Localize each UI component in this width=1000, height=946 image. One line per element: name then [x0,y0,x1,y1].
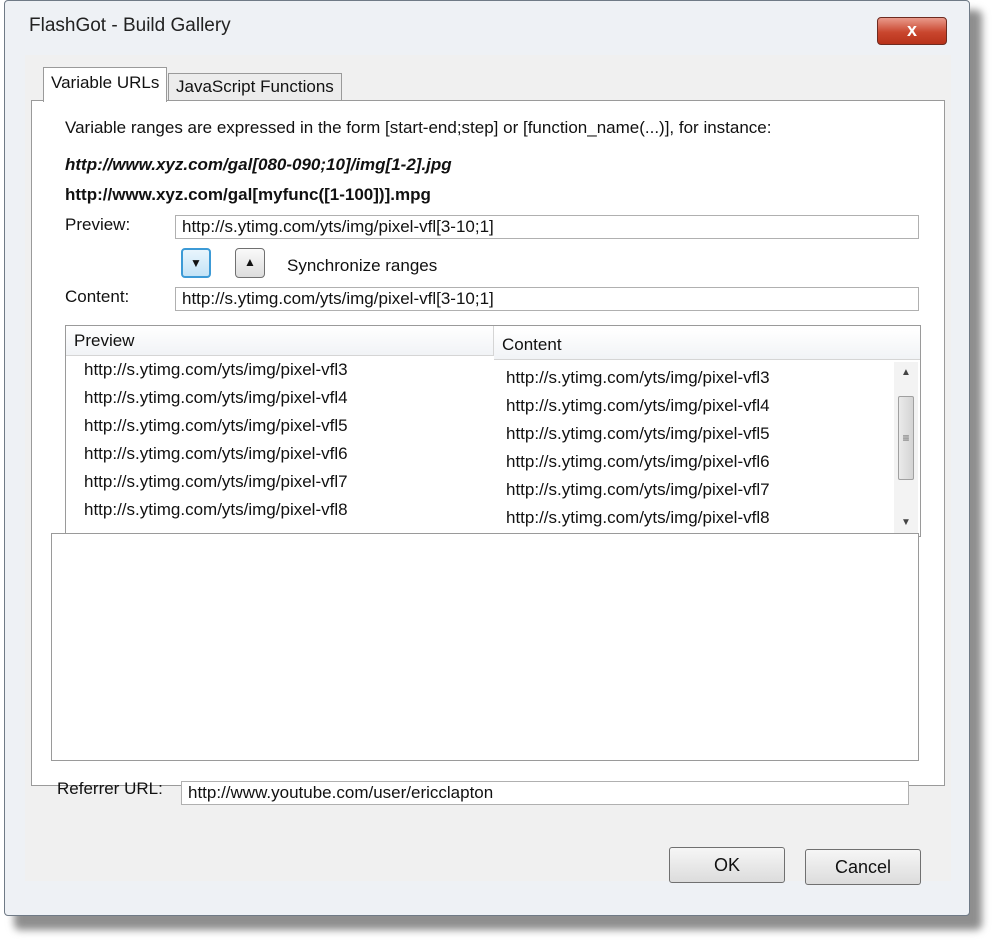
scroll-down-icon[interactable]: ▼ [894,512,918,534]
results-list: Preview Content http://s.ytimg.com/yts/i… [65,325,921,537]
column-header-content[interactable]: Content [494,330,920,360]
intro-text: Variable ranges are expressed in the for… [65,118,772,137]
window-title: FlashGot - Build Gallery [29,15,231,36]
list-item-content[interactable]: http://s.ytimg.com/yts/img/pixel-vfl3 [506,368,770,388]
referrer-input[interactable]: http://www.youtube.com/user/ericclapton [181,781,909,805]
content-label: Content: [65,287,130,306]
arrow-up-icon: ▲ [244,255,256,269]
tab-javascript-functions[interactable]: JavaScript Functions [168,73,342,101]
dialog-window: FlashGot - Build Gallery x Variable URLs… [4,0,970,916]
scroll-thumb[interactable]: ≡ [898,396,914,480]
title-bar[interactable]: FlashGot - Build Gallery x [5,1,969,51]
sync-up-button[interactable]: ▲ [235,248,265,278]
example-url-2: http://www.xyz.com/gal[myfunc([1-100])].… [65,185,431,204]
ok-button[interactable]: OK [669,847,785,883]
list-item-preview[interactable]: http://s.ytimg.com/yts/img/pixel-vfl8 [84,500,348,520]
dialog-content: Variable URLs JavaScript Functions Varia… [25,55,951,881]
preview-label: Preview: [65,215,131,234]
list-item-content[interactable]: http://s.ytimg.com/yts/img/pixel-vfl7 [506,480,770,500]
details-textarea[interactable] [51,533,919,761]
list-item-preview[interactable]: http://s.ytimg.com/yts/img/pixel-vfl6 [84,444,348,464]
tab-label: Variable URLs [51,73,160,92]
referrer-label: Referrer URL: [57,779,163,798]
close-button[interactable]: x [877,17,947,45]
scroll-up-icon[interactable]: ▲ [894,362,918,384]
example-url-1: http://www.xyz.com/gal[080-090;10]/img[1… [65,155,452,174]
preview-input[interactable]: http://s.ytimg.com/yts/img/pixel-vfl[3-1… [175,215,919,239]
list-item-preview[interactable]: http://s.ytimg.com/yts/img/pixel-vfl5 [84,416,348,436]
content-input[interactable]: http://s.ytimg.com/yts/img/pixel-vfl[3-1… [175,287,919,311]
list-item-preview[interactable]: http://s.ytimg.com/yts/img/pixel-vfl4 [84,388,348,408]
tab-variable-urls[interactable]: Variable URLs [43,67,168,102]
arrow-down-icon: ▼ [190,256,202,270]
column-header-preview[interactable]: Preview [66,326,494,356]
list-item-preview[interactable]: http://s.ytimg.com/yts/img/pixel-vfl7 [84,472,348,492]
cancel-button[interactable]: Cancel [805,849,921,885]
list-item-content[interactable]: http://s.ytimg.com/yts/img/pixel-vfl4 [506,396,770,416]
list-item-content[interactable]: http://s.ytimg.com/yts/img/pixel-vfl8 [506,508,770,528]
sync-down-button[interactable]: ▼ [181,248,211,278]
tab-label: JavaScript Functions [176,77,334,96]
list-item-preview[interactable]: http://s.ytimg.com/yts/img/pixel-vfl3 [84,360,348,380]
list-scrollbar[interactable]: ▲ ≡ ▼ [894,362,918,534]
close-icon: x [906,20,917,40]
list-item-content[interactable]: http://s.ytimg.com/yts/img/pixel-vfl5 [506,424,770,444]
synchronize-ranges-label: Synchronize ranges [287,256,438,275]
list-item-content[interactable]: http://s.ytimg.com/yts/img/pixel-vfl6 [506,452,770,472]
